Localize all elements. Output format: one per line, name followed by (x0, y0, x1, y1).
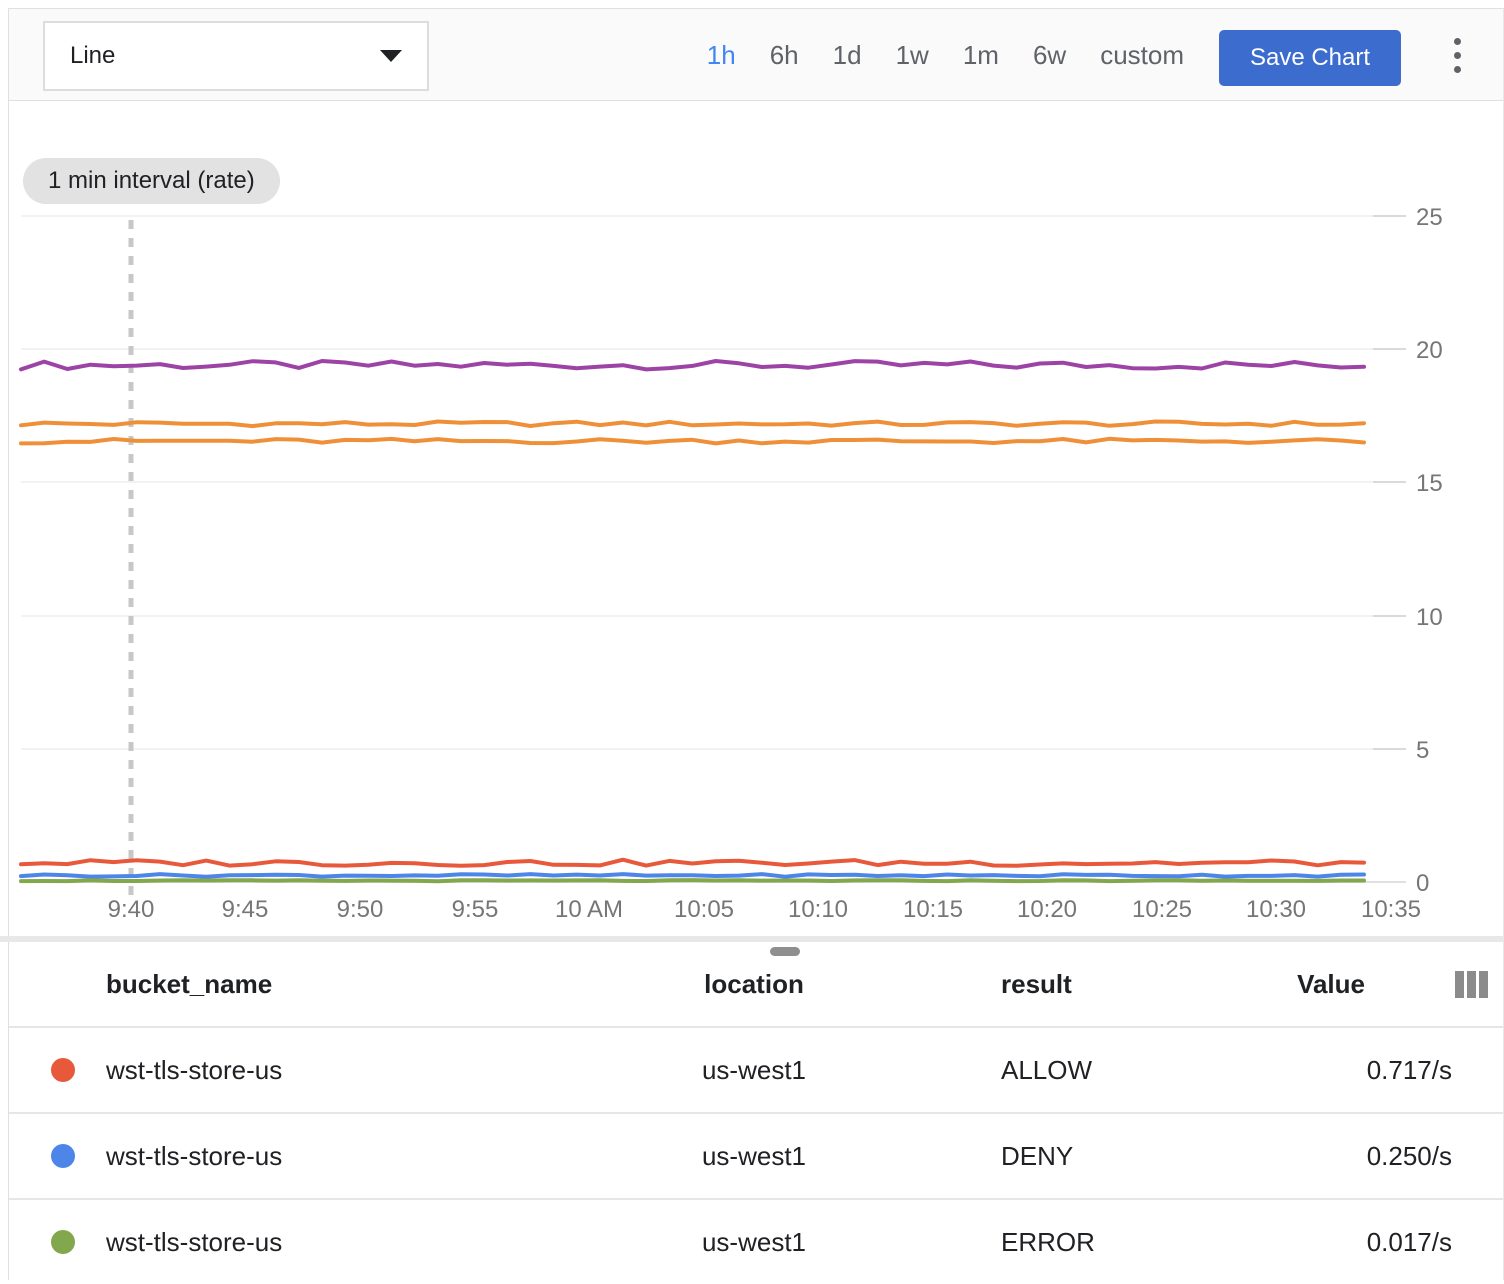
column-settings-icon[interactable] (1455, 971, 1495, 998)
more-options-menu-icon[interactable] (1444, 9, 1470, 101)
table-resize-handle[interactable] (770, 947, 800, 956)
cell-value: 0.250/s (1199, 1141, 1503, 1172)
chart-type-value: Line (70, 42, 115, 70)
column-header-value[interactable]: Value (1199, 969, 1455, 1000)
chevron-down-icon (380, 50, 402, 62)
cell-location: us-west1 (659, 1055, 849, 1086)
column-header-bucket-name[interactable]: bucket_name (101, 969, 659, 1000)
y-tick-label: 5 (1416, 737, 1429, 764)
save-chart-button[interactable]: Save Chart (1219, 30, 1401, 86)
series-color-dot (51, 1230, 75, 1254)
x-tick-label: 10:35 (1361, 896, 1421, 923)
time-range-1w[interactable]: 1w (896, 40, 929, 71)
column-header-location[interactable]: location (659, 969, 849, 1000)
x-tick-label: 9:40 (108, 896, 155, 923)
series-color-dot (51, 1058, 75, 1082)
x-axis-labels: 9:40 9:45 9:50 9:55 10 AM 10:05 10:10 10… (108, 896, 1421, 923)
y-tick-label: 10 (1416, 604, 1443, 631)
y-tick-label: 15 (1416, 470, 1443, 497)
x-tick-label: 10:25 (1132, 896, 1192, 923)
cell-result: ERROR (849, 1227, 1199, 1258)
cell-bucket-name: wst-tls-store-us (101, 1141, 659, 1172)
x-tick-label: 10:10 (788, 896, 848, 923)
cell-result: ALLOW (849, 1055, 1199, 1086)
x-tick-label: 9:55 (452, 896, 499, 923)
cell-result: DENY (849, 1141, 1199, 1172)
gridlines (21, 216, 1406, 882)
series-line-6[interactable] (21, 880, 1364, 881)
column-header-result[interactable]: result (849, 969, 1199, 1000)
cell-value: 0.717/s (1199, 1055, 1503, 1086)
y-tick-label: 0 (1416, 870, 1429, 897)
cell-value: 0.017/s (1199, 1227, 1503, 1258)
time-range-custom[interactable]: custom (1100, 40, 1184, 71)
y-axis-labels: 25 20 15 10 5 0 (1416, 204, 1443, 897)
x-tick-label: 10 AM (555, 896, 623, 923)
table-row[interactable]: wst-tls-store-us us-west1 DENY 0.250/s (9, 1112, 1503, 1198)
line-chart[interactable]: 25 20 15 10 5 0 9:40 9:45 9:50 9:55 10 A… (9, 101, 1504, 936)
chart-area: 1 min interval (rate) 25 20 (9, 101, 1503, 936)
time-range-selector: 1h 6h 1d 1w 1m 6w custom (707, 9, 1184, 101)
cell-bucket-name: wst-tls-store-us (101, 1055, 659, 1086)
legend-table: bucket_name location result Value wst-tl… (9, 942, 1503, 1284)
x-tick-label: 10:15 (903, 896, 963, 923)
table-row[interactable]: wst-tls-store-us us-west1 ALLOW 0.717/s (9, 1026, 1503, 1112)
cell-bucket-name: wst-tls-store-us (101, 1227, 659, 1258)
chart-type-dropdown[interactable]: Line (43, 21, 429, 91)
series-line-3[interactable] (21, 439, 1364, 444)
x-tick-label: 9:50 (337, 896, 384, 923)
chart-card: Line 1h 6h 1d 1w 1m 6w custom Save Chart… (8, 8, 1504, 1280)
x-tick-label: 10:30 (1246, 896, 1306, 923)
time-range-1d[interactable]: 1d (833, 40, 862, 71)
x-tick-label: 10:20 (1017, 896, 1077, 923)
x-tick-label: 10:05 (674, 896, 734, 923)
time-range-6w[interactable]: 6w (1033, 40, 1066, 71)
y-tick-label: 25 (1416, 204, 1443, 231)
table-row[interactable]: wst-tls-store-us us-west1 ERROR 0.017/s (9, 1198, 1503, 1284)
cell-location: us-west1 (659, 1227, 849, 1258)
time-range-6h[interactable]: 6h (770, 40, 799, 71)
y-tick-label: 20 (1416, 337, 1443, 364)
chart-toolbar: Line 1h 6h 1d 1w 1m 6w custom Save Chart (9, 9, 1503, 101)
table-header-row: bucket_name location result Value (9, 942, 1503, 1026)
series-line-1[interactable] (21, 361, 1364, 369)
x-tick-label: 9:45 (222, 896, 269, 923)
cell-location: us-west1 (659, 1141, 849, 1172)
interval-chip: 1 min interval (rate) (23, 158, 280, 204)
series-line-4[interactable] (21, 860, 1364, 866)
time-range-1h[interactable]: 1h (707, 40, 736, 71)
time-range-1m[interactable]: 1m (963, 40, 999, 71)
series-line-2[interactable] (21, 422, 1364, 427)
series-color-dot (51, 1144, 75, 1168)
series-line-5[interactable] (21, 874, 1364, 877)
series-lines (21, 361, 1364, 881)
